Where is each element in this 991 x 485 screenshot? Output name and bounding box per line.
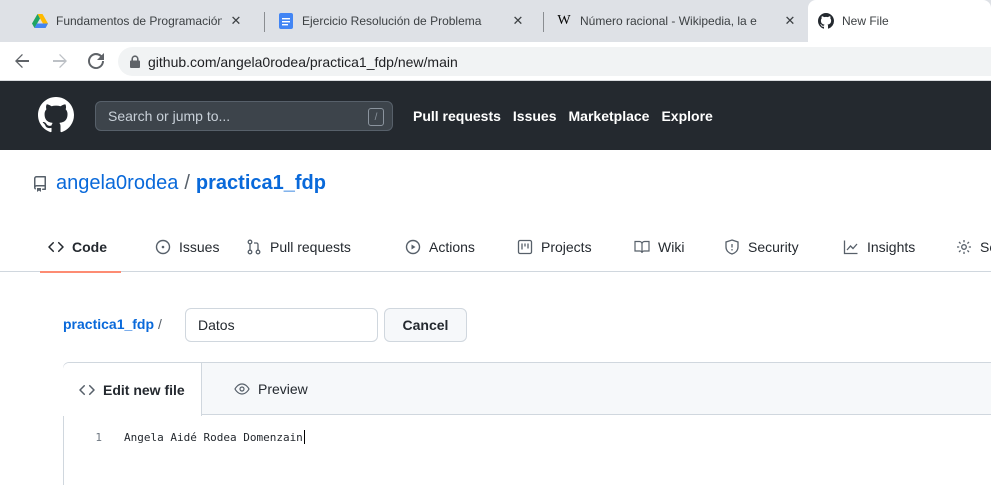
nav-explore[interactable]: Explore <box>661 108 712 124</box>
tab-wiki[interactable]: Wiki <box>634 222 684 272</box>
lock-icon <box>130 55 140 68</box>
tab-code[interactable]: Code <box>40 222 121 273</box>
play-icon <box>405 239 421 255</box>
tab-label: Edit new file <box>103 381 185 398</box>
tab-label: Se <box>980 239 991 255</box>
wikipedia-icon: W <box>557 13 571 28</box>
repo-title: angela0rodea / practica1_fdp <box>32 172 326 195</box>
eye-icon <box>234 381 250 397</box>
search-placeholder: Search or jump to... <box>108 108 231 124</box>
tab-pull-requests[interactable]: Pull requests <box>246 222 351 272</box>
tab-label: Projects <box>541 239 592 255</box>
book-icon <box>634 239 650 255</box>
github-header: Search or jump to... / Pull requests Iss… <box>0 81 991 150</box>
file-editor: Edit new file Preview 1 Angela Aidé Rode… <box>63 362 991 485</box>
browser-toolbar: github.com/angela0rodea/practica1_fdp/ne… <box>0 42 991 81</box>
repo-nav-tabs: Code Issues Pull requests Actions Projec… <box>0 222 991 273</box>
browser-tab-docs[interactable]: Ejercicio Resolución de Problema ✕ <box>268 0 536 42</box>
browser-tab-github[interactable]: New File <box>808 0 991 42</box>
code-line[interactable]: 1 Angela Aidé Rodea Domenzain <box>64 428 305 446</box>
line-text: Angela Aidé Rodea Domenzain <box>124 430 303 444</box>
google-docs-icon <box>278 13 294 29</box>
tab-settings[interactable]: Se <box>956 222 991 272</box>
tab-issues[interactable]: Issues <box>155 222 219 272</box>
code-icon <box>79 382 95 398</box>
tab-insights[interactable]: Insights <box>843 222 915 272</box>
editor-tab-bar: Edit new file Preview <box>63 363 991 416</box>
code-icon <box>48 239 64 255</box>
tab-separator <box>543 12 544 32</box>
github-logo-icon[interactable] <box>38 97 74 133</box>
issue-opened-icon <box>155 239 171 255</box>
git-pull-request-icon <box>246 239 262 255</box>
shield-icon <box>724 239 740 255</box>
tab-label: Wiki <box>658 239 685 255</box>
gear-icon <box>956 239 972 255</box>
tab-preview[interactable]: Preview <box>234 363 308 415</box>
close-icon[interactable]: ✕ <box>510 13 526 29</box>
search-shortcut-key: / <box>368 108 384 126</box>
tab-security[interactable]: Security <box>724 222 799 272</box>
github-global-nav: Pull requests Issues Marketplace Explore <box>413 81 725 150</box>
github-icon <box>818 13 834 29</box>
browser-tab-title: New File <box>842 14 889 28</box>
browser-tab-title: Fundamentos de Programación - <box>56 14 222 28</box>
search-input[interactable]: Search or jump to... / <box>95 101 393 131</box>
browser-tab-title: Número racional - Wikipedia, la e <box>580 14 757 28</box>
browser-tab-drive[interactable]: Fundamentos de Programación - ✕ <box>22 0 254 42</box>
nav-marketplace[interactable]: Marketplace <box>569 108 650 124</box>
tab-label: Pull requests <box>270 239 351 255</box>
browser-tab-title: Ejercicio Resolución de Problema <box>302 14 482 28</box>
url-text: github.com/angela0rodea/practica1_fdp/ne… <box>148 53 458 70</box>
cancel-button[interactable]: Cancel <box>384 308 467 342</box>
breadcrumb-repo-link[interactable]: practica1_fdp <box>63 316 154 332</box>
tab-actions[interactable]: Actions <box>405 222 475 272</box>
project-icon <box>517 239 533 255</box>
repo-title-separator: / <box>184 172 190 194</box>
close-icon[interactable]: ✕ <box>228 13 244 29</box>
browser-tab-wikipedia[interactable]: W Número racional - Wikipedia, la e ✕ <box>546 0 808 42</box>
line-number: 1 <box>95 430 102 444</box>
breadcrumb: practica1_fdp / <box>63 316 162 332</box>
forward-icon[interactable] <box>46 47 74 75</box>
filename-input[interactable] <box>185 308 378 342</box>
tab-edit-new-file[interactable]: Edit new file <box>63 363 202 416</box>
tab-label: Actions <box>429 239 475 255</box>
address-bar[interactable]: github.com/angela0rodea/practica1_fdp/ne… <box>118 47 991 76</box>
repo-icon <box>32 175 48 192</box>
nav-issues[interactable]: Issues <box>513 108 557 124</box>
tab-label: Preview <box>258 381 308 397</box>
tab-label: Insights <box>867 239 916 255</box>
repo-owner-link[interactable]: angela0rodea <box>56 172 178 195</box>
nav-pull-requests[interactable]: Pull requests <box>413 108 501 124</box>
reload-icon[interactable] <box>82 47 110 75</box>
tab-projects[interactable]: Projects <box>517 222 592 272</box>
breadcrumb-separator: / <box>158 316 162 332</box>
tab-separator <box>264 12 265 32</box>
text-caret <box>303 430 305 444</box>
tab-label: Security <box>748 239 799 255</box>
tab-label: Issues <box>179 239 220 255</box>
repo-name-link[interactable]: practica1_fdp <box>196 172 326 195</box>
browser-tab-strip: Fundamentos de Programación - ✕ Ejercici… <box>0 0 991 42</box>
close-icon[interactable]: ✕ <box>782 13 798 29</box>
graph-icon <box>843 239 859 255</box>
tab-label: Code <box>72 239 107 255</box>
google-drive-icon <box>32 13 48 29</box>
back-icon[interactable] <box>8 47 36 75</box>
